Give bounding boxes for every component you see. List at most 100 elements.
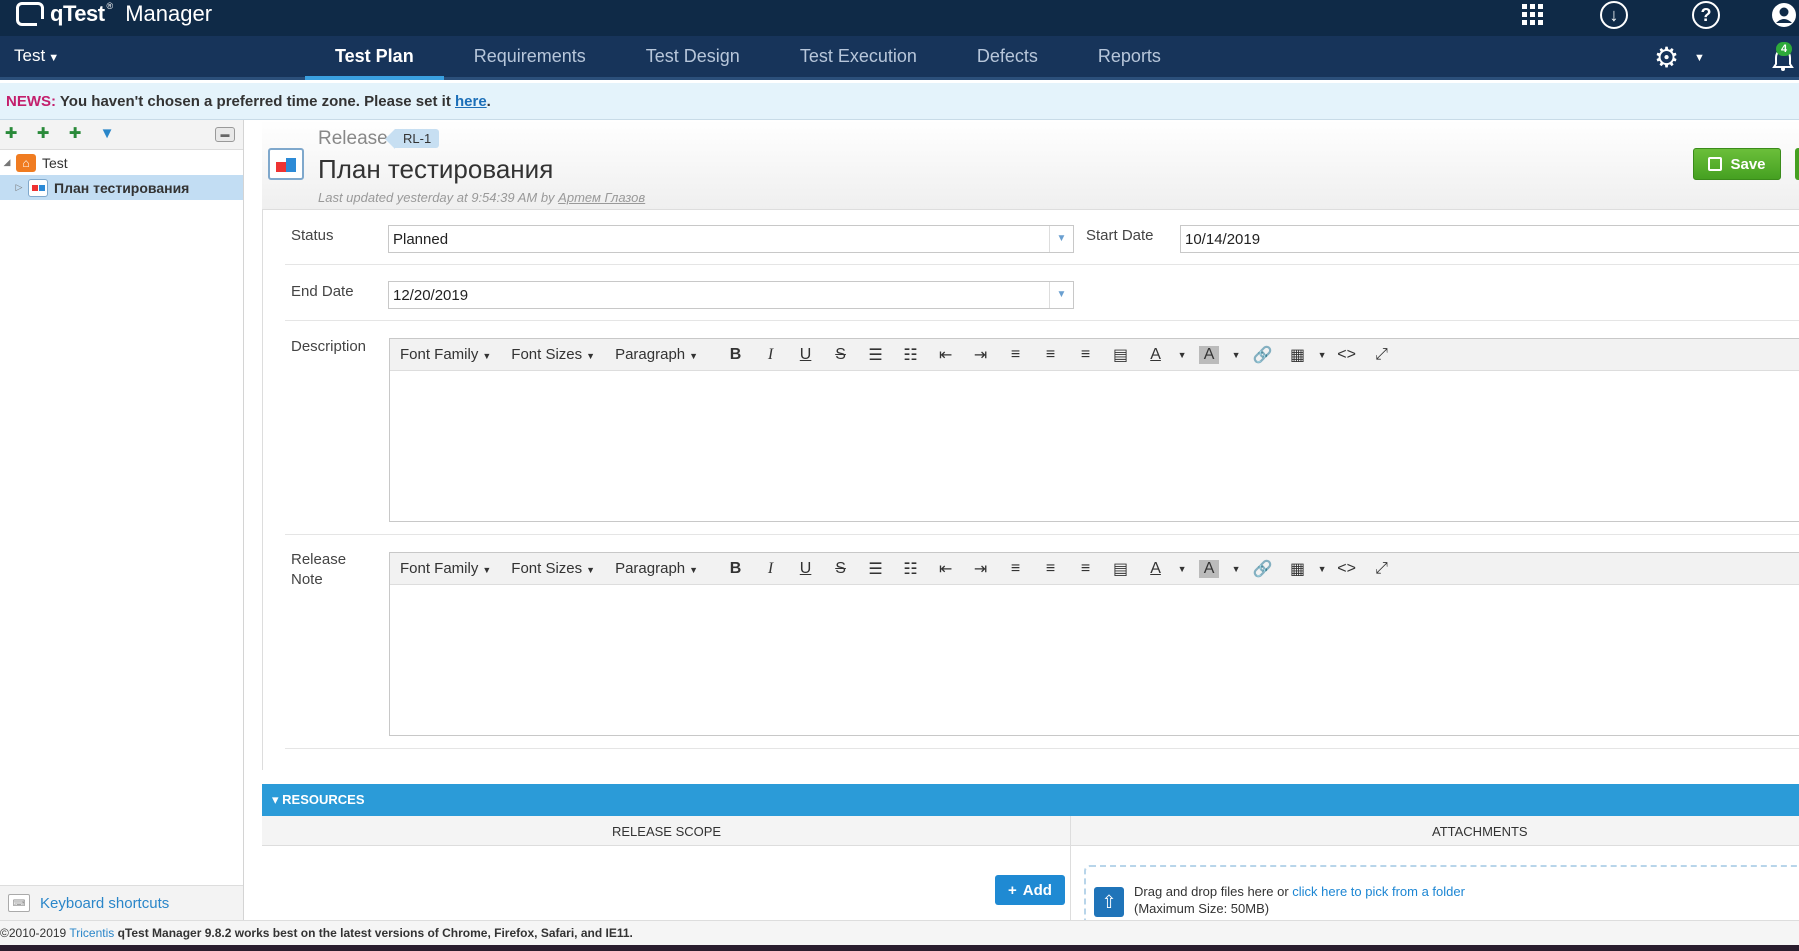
text-color-icon[interactable]: A	[1138, 346, 1173, 364]
tab-reports[interactable]: Reports	[1068, 36, 1191, 80]
strikethrough-icon[interactable]: S	[823, 346, 858, 364]
tab-defects[interactable]: Defects	[947, 36, 1068, 80]
chevron-down-icon[interactable]: ▼	[1227, 564, 1245, 574]
background-color-icon[interactable]: A	[1199, 559, 1220, 578]
indent-icon[interactable]: ⇥	[963, 559, 998, 579]
source-code-icon[interactable]: <>	[1329, 346, 1364, 364]
save-label: Save	[1730, 155, 1766, 173]
chevron-down-icon[interactable]: ▼	[1049, 282, 1073, 308]
tricentis-link[interactable]: Tricentis	[69, 926, 114, 940]
release-note-editor: Font Family ▼ Font Sizes ▼ Paragraph ▼ B I …	[389, 552, 1799, 736]
italic-icon[interactable]: I	[753, 346, 788, 364]
keyboard-shortcuts[interactable]: ⌨ Keyboard shortcuts	[0, 885, 243, 920]
chevron-down-icon[interactable]: ▼	[1227, 350, 1245, 360]
release-note-textarea[interactable]	[390, 585, 1799, 735]
gear-icon[interactable]: ⚙	[1654, 44, 1679, 72]
tree-item-release[interactable]: ▷ План тестирования	[0, 175, 243, 200]
justify-icon[interactable]: ▤	[1103, 559, 1138, 579]
collapse-panel-icon[interactable]: ▬	[215, 127, 235, 142]
font-family-dropdown[interactable]: Font Family ▼	[400, 560, 491, 577]
end-date-field[interactable]: 12/20/2019 ▼	[388, 281, 1074, 309]
link-icon[interactable]: 🔗	[1245, 345, 1280, 365]
project-selector[interactable]: Test ▼	[14, 46, 59, 66]
font-sizes-dropdown[interactable]: Font Sizes ▼	[511, 560, 595, 577]
tree-toolbar: ✚ ✚ ✚ ▼ ▬	[0, 120, 243, 150]
more-actions-button[interactable]	[1795, 148, 1799, 180]
keyboard-shortcuts-label[interactable]: Keyboard shortcuts	[40, 895, 169, 912]
brand-logo[interactable]: qTest ® Manager	[16, 0, 212, 28]
start-date-field[interactable]: 10/14/2019	[1180, 225, 1799, 253]
chevron-down-icon[interactable]: ▼	[1173, 350, 1191, 360]
tab-test-plan[interactable]: Test Plan	[305, 36, 444, 80]
source-code-icon[interactable]: <>	[1329, 560, 1364, 578]
numbered-list-icon[interactable]: ☷	[893, 559, 928, 579]
add-cycle-icon[interactable]: ✚	[32, 124, 54, 144]
row-divider	[285, 320, 1799, 321]
chevron-down-icon[interactable]: ▼	[1694, 52, 1705, 64]
chevron-down-icon[interactable]: ▼	[1315, 350, 1329, 360]
author-link[interactable]: Артем Глазов	[558, 190, 645, 205]
timezone-link[interactable]: here	[455, 93, 487, 110]
bold-icon[interactable]: B	[718, 560, 753, 578]
tab-test-execution[interactable]: Test Execution	[770, 36, 947, 80]
tree-expanded-icon[interactable]: ◢	[0, 157, 14, 168]
tab-test-design[interactable]: Test Design	[616, 36, 770, 80]
text-color-icon[interactable]: A	[1138, 560, 1173, 578]
italic-icon[interactable]: I	[753, 560, 788, 578]
drop-text: Drag and drop files here or	[1134, 884, 1293, 899]
font-sizes-dropdown[interactable]: Font Sizes ▼	[511, 346, 595, 363]
fullscreen-icon[interactable]: ⤢	[1364, 560, 1399, 578]
bold-icon[interactable]: B	[718, 346, 753, 364]
table-icon[interactable]: ▦	[1280, 345, 1315, 365]
bullet-list-icon[interactable]: ☰	[858, 345, 893, 365]
underline-icon[interactable]: U	[788, 560, 823, 578]
page-title[interactable]: План тестирования	[318, 154, 553, 185]
description-textarea[interactable]	[390, 371, 1799, 521]
indent-icon[interactable]: ⇥	[963, 345, 998, 365]
bullet-list-icon[interactable]: ☰	[858, 559, 893, 579]
help-icon[interactable]: ?	[1691, 0, 1721, 30]
fullscreen-icon[interactable]: ⤢	[1364, 346, 1399, 364]
paragraph-dropdown[interactable]: Paragraph ▼	[615, 560, 698, 577]
user-icon[interactable]	[1769, 0, 1799, 30]
table-icon[interactable]: ▦	[1280, 559, 1315, 579]
add-scope-button[interactable]: + Add	[995, 875, 1065, 905]
paragraph-label: Paragraph	[615, 560, 686, 577]
align-left-icon[interactable]: ≡	[998, 560, 1033, 578]
justify-icon[interactable]: ▤	[1103, 345, 1138, 365]
chevron-down-icon[interactable]: ▼	[1049, 226, 1073, 252]
filter-icon[interactable]: ▼	[96, 124, 118, 144]
align-right-icon[interactable]: ≡	[1068, 346, 1103, 364]
tab-requirements[interactable]: Requirements	[444, 36, 616, 80]
underline-icon[interactable]: U	[788, 346, 823, 364]
numbered-list-icon[interactable]: ☷	[893, 345, 928, 365]
download-icon[interactable]: ↓	[1599, 0, 1629, 30]
save-button[interactable]: Save	[1693, 148, 1781, 180]
description-editor: Font Family ▼ Font Sizes ▼ Paragraph ▼ B I …	[389, 338, 1799, 522]
apps-grid-icon[interactable]	[1518, 0, 1548, 30]
paragraph-dropdown[interactable]: Paragraph ▼	[615, 346, 698, 363]
chevron-down-icon[interactable]: ▼	[1315, 564, 1329, 574]
last-updated-text: Last updated yesterday at 9:54:39 AM by	[318, 190, 559, 205]
chevron-down-icon[interactable]: ▼	[1173, 564, 1191, 574]
tree-item-label: План тестирования	[54, 179, 190, 196]
align-center-icon[interactable]: ≡	[1033, 560, 1068, 578]
pick-folder-link[interactable]: click here to pick from a folder	[1292, 884, 1465, 899]
tree-item-root[interactable]: ◢ ⌂ Test	[0, 150, 243, 175]
align-right-icon[interactable]: ≡	[1068, 560, 1103, 578]
release-note-label: Release Note	[291, 550, 346, 590]
align-left-icon[interactable]: ≡	[998, 346, 1033, 364]
resources-header[interactable]: ▾ RESOURCES	[262, 784, 1799, 816]
align-center-icon[interactable]: ≡	[1033, 346, 1068, 364]
tree-collapsed-icon[interactable]: ▷	[12, 182, 26, 193]
background-color-icon[interactable]: A	[1199, 345, 1220, 364]
font-family-dropdown[interactable]: Font Family ▼	[400, 346, 491, 363]
link-icon[interactable]: 🔗	[1245, 559, 1280, 579]
outdent-icon[interactable]: ⇤	[928, 559, 963, 579]
add-build-icon[interactable]: ✚	[64, 124, 86, 144]
qtest-logo-icon	[16, 2, 45, 27]
strikethrough-icon[interactable]: S	[823, 560, 858, 578]
add-release-icon[interactable]: ✚	[0, 124, 22, 144]
status-select[interactable]: Planned ▼	[388, 225, 1074, 253]
outdent-icon[interactable]: ⇤	[928, 345, 963, 365]
